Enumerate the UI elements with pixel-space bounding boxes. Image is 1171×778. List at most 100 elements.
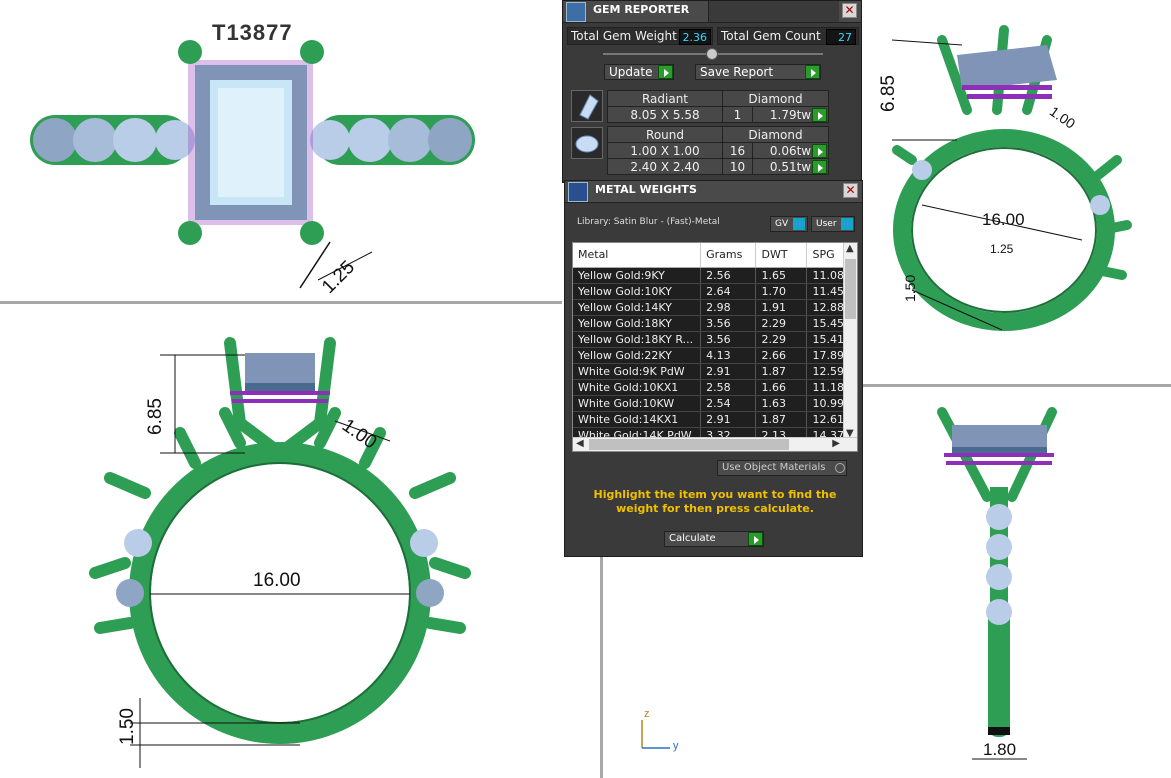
dwt-cell: 1.66: [755, 379, 808, 396]
save-report-go-icon[interactable]: [805, 65, 820, 79]
save-report-button[interactable]: Save Report: [695, 64, 821, 80]
spg-cell: 10.99: [806, 395, 845, 412]
round-row2-go-icon[interactable]: [812, 160, 827, 174]
metal-name-cell: Yellow Gold:10KY: [573, 283, 702, 300]
dwt-cell: 2.29: [755, 315, 808, 332]
scroll-left-icon[interactable]: ◀: [576, 438, 584, 449]
update-go-icon[interactable]: [658, 65, 673, 79]
dwt-cell: 1.91: [755, 299, 808, 316]
table-row[interactable]: Yellow Gold:10KY 2.64 1.70 11.45: [573, 283, 845, 300]
dim-label-shank-width: 1.80: [983, 740, 1017, 759]
spg-cell: 11.45: [806, 283, 845, 300]
gem-material: Diamond: [722, 90, 829, 107]
calculate-go-icon[interactable]: [748, 532, 763, 546]
col-header-grams[interactable]: Grams: [700, 243, 757, 268]
gem-reporter-close-icon[interactable]: ✕: [842, 3, 857, 18]
user-indicator-icon: [841, 218, 853, 230]
dim-label-shank-thickness: 1.50: [117, 708, 138, 745]
dwt-cell: 1.65: [755, 267, 808, 284]
spg-cell: 11.18: [806, 379, 845, 396]
viewport-divider-vertical: [600, 556, 603, 778]
gem-shape: Radiant: [607, 90, 723, 107]
metal-weights-close-icon[interactable]: ✕: [843, 183, 858, 198]
use-object-materials-label: Use Object Materials: [722, 462, 826, 473]
gem-shape: Round: [607, 126, 723, 143]
metal-table-vertical-scrollbar[interactable]: ▲ ▼: [843, 243, 857, 439]
horizontal-scroll-thumb[interactable]: [589, 439, 789, 450]
library-label: Library: Satin Blur - (Fast)-Metal: [577, 217, 720, 227]
calculate-hint-text: Highlight the item you want to find the …: [593, 488, 837, 515]
metal-name-cell: Yellow Gold:22KY: [573, 347, 702, 364]
side-stones-left: [30, 115, 195, 165]
gem-group-round: Round Diamond 1.00 X 1.00 16 0.06tw 2.40…: [607, 126, 829, 175]
gv-toggle-label: GV: [775, 219, 789, 229]
metal-name-cell: Yellow Gold:18KY: [573, 315, 702, 332]
save-report-button-label: Save Report: [700, 65, 774, 79]
col-header-metal[interactable]: Metal: [573, 243, 702, 268]
radiant-gem-icon: [571, 90, 603, 122]
gem-size: 8.05 X 5.58: [607, 106, 723, 123]
spg-cell: 12.59: [806, 363, 845, 380]
gem-reporter-titlebar[interactable]: GEM REPORTER ✕: [563, 1, 861, 23]
spg-cell: 15.41: [806, 331, 845, 348]
dwt-cell: 1.87: [755, 363, 808, 380]
metal-name-cell: White Gold:14KX1: [573, 411, 702, 428]
table-row[interactable]: Yellow Gold:14KY 2.98 1.91 12.88: [573, 299, 845, 316]
table-row[interactable]: Yellow Gold:18KY R... 3.56 2.29 15.41: [573, 331, 845, 348]
metal-name-cell: Yellow Gold:18KY R...: [573, 331, 702, 348]
table-row[interactable]: White Gold:10KW 2.54 1.63 10.99: [573, 395, 845, 412]
metal-weights-panel: METAL WEIGHTS ✕ Library: Satin Blur - (F…: [564, 180, 863, 557]
gem-count: 10: [722, 158, 753, 175]
vertical-scroll-thumb[interactable]: [845, 259, 856, 319]
grams-cell: 2.64: [700, 283, 757, 300]
grams-cell: 4.13: [700, 347, 757, 364]
perspective-view-drawing: [891, 25, 1132, 331]
spg-cell: 12.61: [806, 411, 845, 428]
dwt-cell: 1.70: [755, 283, 808, 300]
spg-cell: 17.89: [806, 347, 845, 364]
table-row[interactable]: Yellow Gold:22KY 4.13 2.66 17.89: [573, 347, 845, 364]
side-stones-right: [310, 115, 475, 165]
use-object-materials-toggle[interactable]: Use Object Materials: [717, 460, 847, 476]
metal-name-cell: White Gold:10KW: [573, 395, 702, 412]
grams-cell: 2.98: [700, 299, 757, 316]
axis-z-label: z: [644, 708, 650, 720]
gem-count: 16: [722, 142, 753, 159]
scroll-right-icon[interactable]: ▶: [832, 438, 840, 449]
spg-cell: 15.45: [806, 315, 845, 332]
spg-cell: 11.08: [806, 267, 845, 284]
metal-weights-logo-icon: [568, 182, 588, 202]
use-object-materials-radio-icon[interactable]: [835, 463, 845, 473]
grams-cell: 2.91: [700, 411, 757, 428]
gem-reporter-logo-icon: [566, 2, 586, 22]
scroll-up-icon[interactable]: ▲: [846, 243, 854, 254]
axis-y-label: y: [673, 740, 679, 752]
dwt-cell: 2.29: [755, 331, 808, 348]
grams-cell: 2.56: [700, 267, 757, 284]
gem-reporter-panel: GEM REPORTER ✕ Total Gem Weight 2.36 Tot…: [562, 0, 862, 183]
grams-cell: 3.56: [700, 315, 757, 332]
col-header-dwt[interactable]: DWT: [755, 243, 808, 268]
table-row[interactable]: Yellow Gold:18KY 3.56 2.29 15.45: [573, 315, 845, 332]
round-row1-go-icon[interactable]: [812, 144, 827, 158]
table-row[interactable]: Yellow Gold:9KY 2.56 1.65 11.08: [573, 267, 845, 284]
dim-label-tr-head-height: 6.85: [878, 75, 899, 112]
metal-weights-titlebar[interactable]: METAL WEIGHTS ✕: [565, 181, 862, 203]
table-row[interactable]: White Gold:10KX1 2.58 1.66 11.18: [573, 379, 845, 396]
metal-weights-table: Metal Grams DWT SPG Yellow Gold:9KY 2.56 1…: [572, 242, 858, 452]
table-row[interactable]: White Gold:9K PdW 2.91 1.87 12.59: [573, 363, 845, 380]
metal-weights-body: Yellow Gold:9KY 2.56 1.65 11.08 Yellow Gold:…: [573, 267, 845, 444]
side-view-drawing: [937, 407, 1057, 760]
grams-cell: 2.91: [700, 363, 757, 380]
front-view-drawing: [89, 337, 471, 768]
metal-table-horizontal-scrollbar[interactable]: ◀ ▶: [573, 437, 857, 451]
gem-reporter-slider-handle[interactable]: [706, 48, 718, 60]
col-header-spg[interactable]: SPG: [806, 243, 845, 268]
dim-label-head-height: 6.85: [145, 398, 166, 435]
metal-name-cell: White Gold:10KX1: [573, 379, 702, 396]
radiant-row-go-icon[interactable]: [812, 108, 827, 122]
gem-size: 1.00 X 1.00: [607, 142, 723, 159]
dwt-cell: 1.63: [755, 395, 808, 412]
table-row[interactable]: White Gold:14KX1 2.91 1.87 12.61: [573, 411, 845, 428]
dim-label-tr-shank: 1.50: [902, 274, 918, 302]
